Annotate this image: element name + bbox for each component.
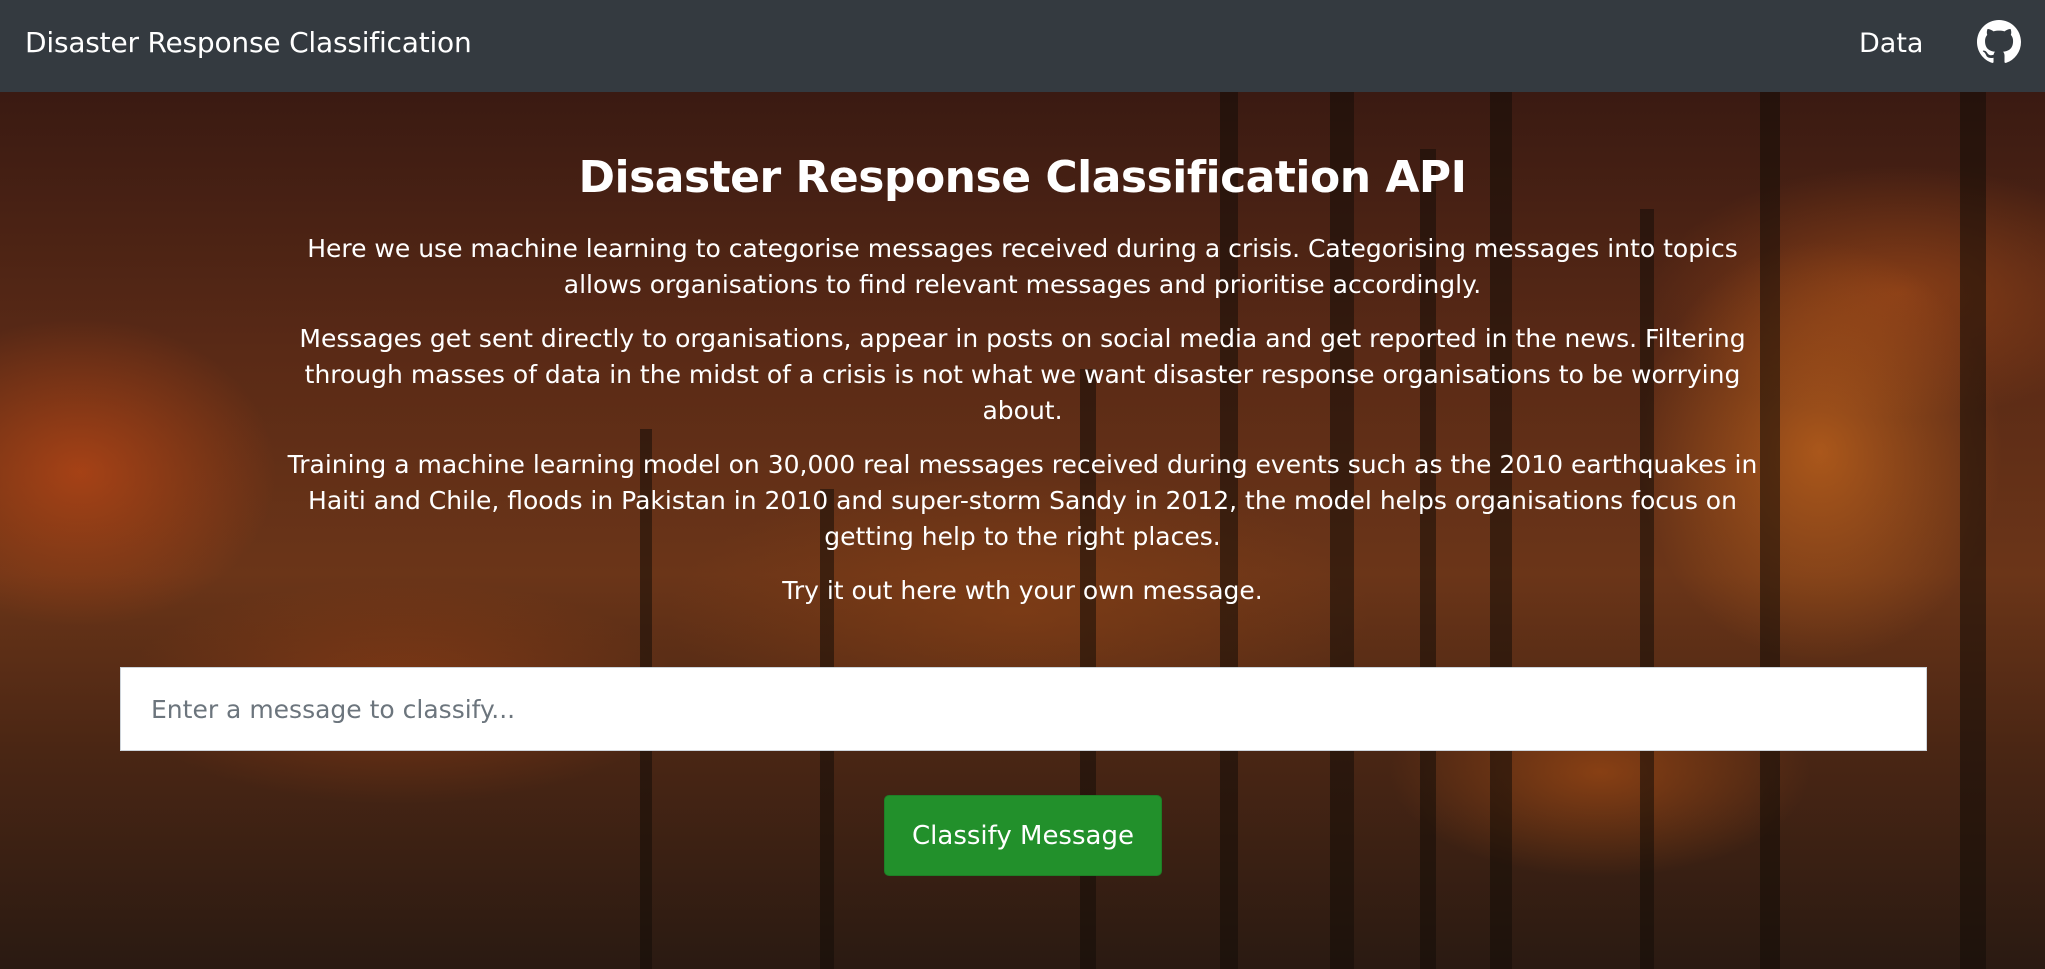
tree-silhouette bbox=[1960, 92, 1986, 969]
message-input[interactable] bbox=[120, 667, 1927, 751]
hero-section: Disaster Response Classification API Her… bbox=[0, 92, 2045, 969]
intro-paragraph: Here we use machine learning to categori… bbox=[307, 233, 1738, 299]
intro-content: Disaster Response Classification API Her… bbox=[270, 152, 1775, 609]
github-icon[interactable] bbox=[1977, 20, 2021, 64]
classify-message-button[interactable]: Classify Message bbox=[884, 795, 1162, 876]
intro-paragraph: Messages get sent directly to organisati… bbox=[299, 323, 1746, 425]
intro-paragraph: Training a machine learning model on 30,… bbox=[287, 449, 1758, 551]
try-it-text: Try it out here wth your own message. bbox=[782, 575, 1263, 605]
navbar-brand[interactable]: Disaster Response Classification bbox=[25, 26, 472, 59]
navbar: Disaster Response Classification Data bbox=[0, 0, 2045, 92]
nav-link-data[interactable]: Data bbox=[1859, 28, 1923, 59]
page-title: Disaster Response Classification API bbox=[578, 152, 1467, 203]
